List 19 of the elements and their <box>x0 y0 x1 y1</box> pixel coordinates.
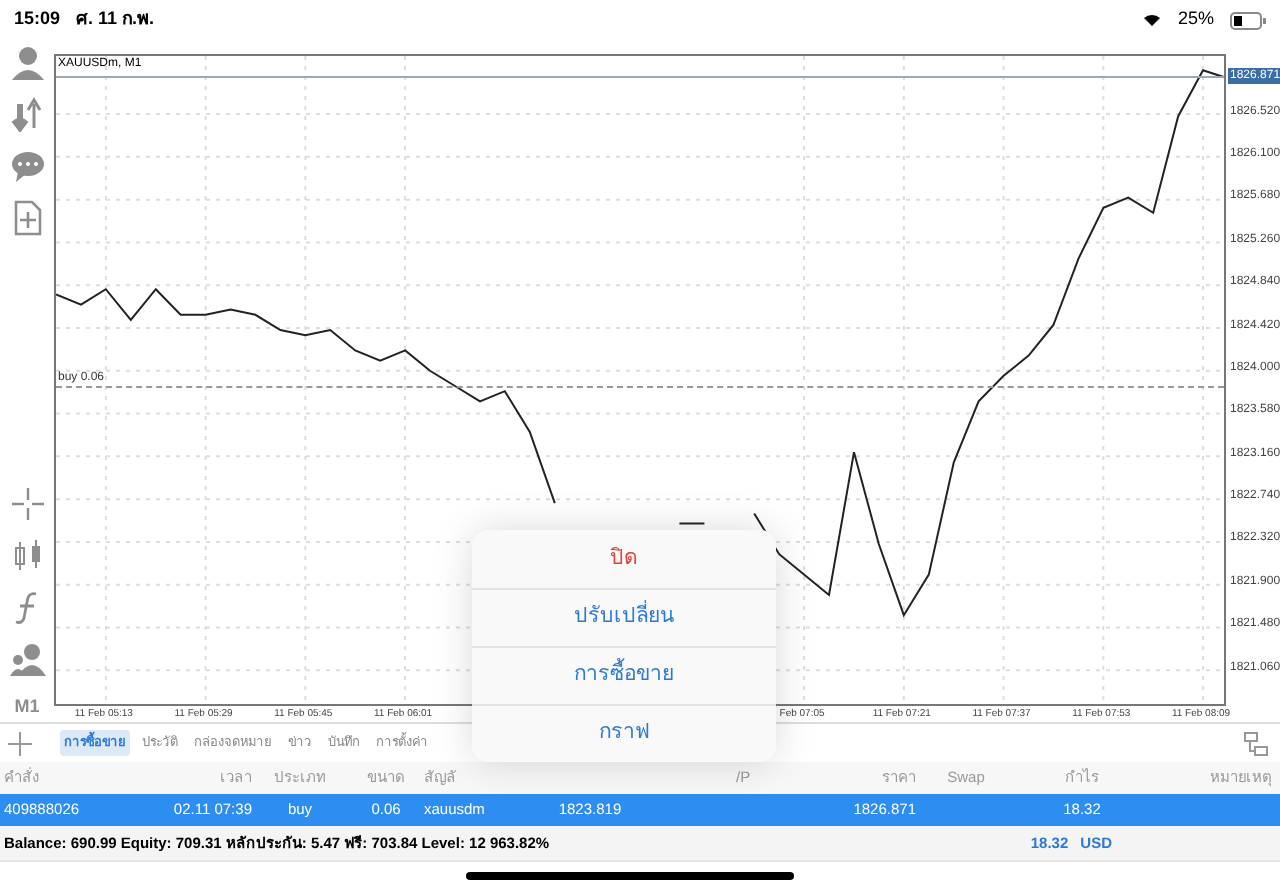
crosshair-icon[interactable] <box>9 485 45 521</box>
battery-percent: 25% <box>1177 6 1214 33</box>
status-time: 15:09 <box>14 6 61 33</box>
people-icon[interactable] <box>9 641 45 677</box>
chat-icon[interactable] <box>9 148 45 184</box>
menu-item[interactable]: การซื้อขาย <box>472 646 776 704</box>
status-date: ศ. 11 ก.พ. <box>76 6 155 33</box>
wifi-icon <box>1141 12 1162 28</box>
battery-icon <box>1230 11 1266 29</box>
menu-item[interactable]: ปิด <box>472 530 776 588</box>
arrows-icon[interactable] <box>9 96 45 132</box>
document-plus-icon[interactable] <box>9 200 45 236</box>
plus-icon[interactable] <box>8 731 32 755</box>
timeframe-button[interactable]: M1 <box>14 693 40 720</box>
candlestick-icon[interactable] <box>9 537 45 573</box>
menu-item[interactable]: กราฟ <box>472 704 776 762</box>
layout-icon[interactable] <box>1244 731 1268 755</box>
menu-item[interactable]: ปรับเปลี่ยน <box>472 588 776 646</box>
person-icon[interactable] <box>9 44 45 80</box>
